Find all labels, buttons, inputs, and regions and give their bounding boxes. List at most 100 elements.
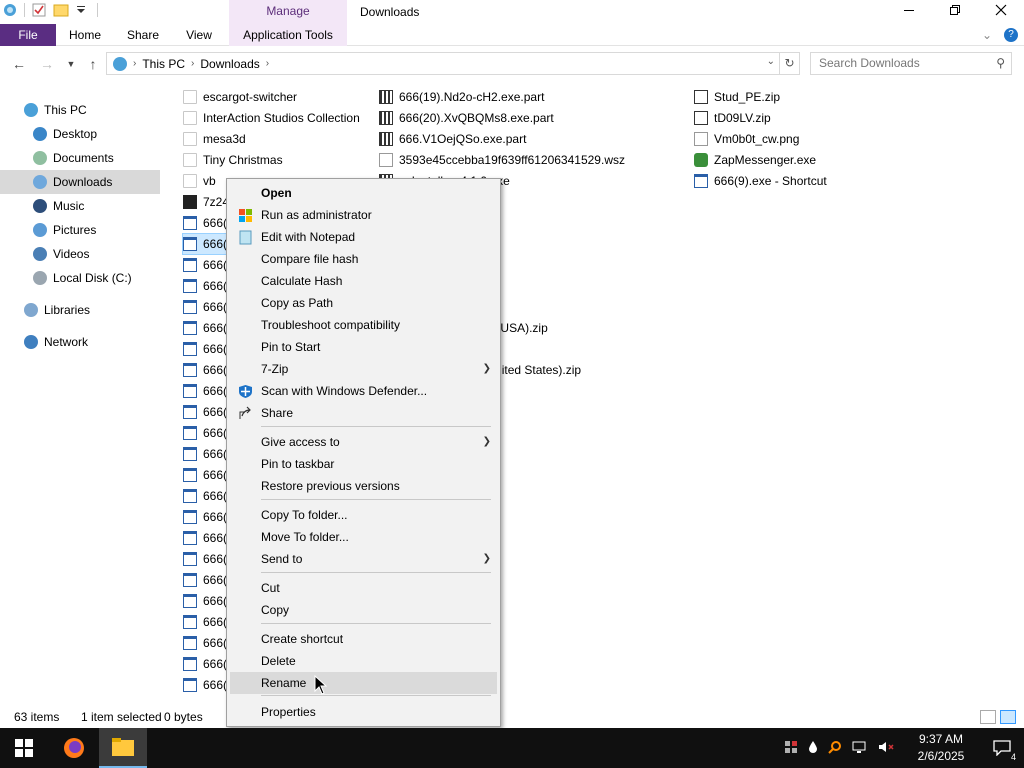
tab-share[interactable]: Share: [118, 24, 168, 46]
clock[interactable]: 9:37 AM 2/6/2025: [902, 731, 980, 765]
file-item[interactable]: Stud_PE.zip: [694, 87, 780, 107]
taskbar-file-explorer[interactable]: [99, 728, 147, 768]
menu-separator: [261, 426, 491, 427]
menu-item-label: Open: [261, 186, 292, 200]
menu-item-label: Run as administrator: [261, 208, 372, 222]
help-icon[interactable]: ?: [1004, 28, 1018, 42]
back-button[interactable]: ←: [10, 54, 28, 74]
nav-item-local-disk[interactable]: Local Disk (C:): [0, 266, 160, 290]
explorer-app-icon[interactable]: [2, 2, 18, 18]
new-folder-icon[interactable]: [53, 2, 69, 18]
exe-file-icon: [183, 426, 197, 440]
search-tray-icon[interactable]: [828, 740, 842, 757]
tab-application-tools[interactable]: Application Tools: [229, 24, 347, 46]
videos-icon: [33, 247, 47, 261]
up-button[interactable]: ↑: [84, 54, 102, 74]
maximize-button[interactable]: [932, 0, 978, 24]
menu-item-share[interactable]: Share: [230, 402, 497, 424]
file-item[interactable]: 666(9).exe - Shortcut: [694, 171, 827, 191]
breadcrumb-separator: ›: [133, 58, 137, 69]
nav-item-documents[interactable]: Documents: [0, 146, 160, 170]
taskbar-firefox[interactable]: [50, 728, 98, 768]
file-item[interactable]: ZapMessenger.exe: [694, 150, 816, 170]
breadcrumb-this-pc[interactable]: This PC: [142, 57, 185, 71]
menu-item-troubleshoot-compatibility[interactable]: Troubleshoot compatibility: [230, 314, 497, 336]
exe-file-icon: [183, 321, 197, 335]
file-item[interactable]: 3593e45ccebba19f639ff61206341529.wsz: [379, 150, 625, 170]
menu-item-7-zip[interactable]: 7-Zip ❯: [230, 358, 497, 380]
nav-item-downloads[interactable]: Downloads: [0, 170, 160, 194]
menu-item-copy[interactable]: Copy: [230, 599, 497, 621]
file-item[interactable]: InterAction Studios Collection: [183, 108, 360, 128]
menu-item-calculate-hash[interactable]: Calculate Hash: [230, 270, 497, 292]
file-item[interactable]: 666(20).XvQBQMs8.exe.part: [379, 108, 554, 128]
nav-label: This PC: [44, 103, 87, 117]
tray-apps-icon[interactable]: [784, 740, 798, 757]
action-center-button[interactable]: 4: [980, 728, 1024, 768]
file-item[interactable]: vb: [183, 171, 216, 191]
menu-item-rename[interactable]: Rename: [230, 672, 497, 694]
forward-button[interactable]: →: [38, 54, 56, 74]
tab-view[interactable]: View: [176, 24, 222, 46]
close-button[interactable]: [978, 0, 1024, 24]
menu-item-label: Copy: [261, 603, 290, 617]
file-item[interactable]: 666.V1OejQSo.exe.part: [379, 129, 526, 149]
menu-item-edit-with-notepad[interactable]: Edit with Notepad: [230, 226, 497, 248]
nav-item-desktop[interactable]: Desktop: [0, 122, 160, 146]
details-view-icon[interactable]: [980, 710, 996, 724]
file-item[interactable]: Tiny Christmas: [183, 150, 283, 170]
drop-icon[interactable]: [808, 740, 818, 757]
libraries-icon: [24, 303, 38, 317]
address-dropdown-icon[interactable]: ⌄: [767, 56, 775, 67]
menu-item-copy-as-path[interactable]: Copy as Path: [230, 292, 497, 314]
network-tray-icon[interactable]: [852, 740, 868, 757]
file-item[interactable]: tD09LV.zip: [694, 108, 771, 128]
file-item[interactable]: escargot-switcher: [183, 87, 297, 107]
nav-item-network[interactable]: Network: [0, 330, 160, 354]
minimize-button[interactable]: [886, 0, 932, 24]
manage-tab[interactable]: Manage: [229, 0, 347, 24]
menu-item-create-shortcut[interactable]: Create shortcut: [230, 628, 497, 650]
recent-locations-icon[interactable]: ▼: [62, 54, 80, 74]
tab-home[interactable]: Home: [60, 24, 110, 46]
volume-muted-icon[interactable]: [878, 740, 896, 757]
list-view-icon[interactable]: [1000, 710, 1016, 724]
menu-item-restore-previous-versions[interactable]: Restore previous versions: [230, 475, 497, 497]
file-item[interactable]: Vm0b0t_cw.png: [694, 129, 799, 149]
menu-item-pin-to-taskbar[interactable]: Pin to taskbar: [230, 453, 497, 475]
properties-icon[interactable]: [31, 2, 47, 18]
menu-item-copy-to-folder[interactable]: Copy To folder...: [230, 504, 497, 526]
menu-item-run-as-administrator[interactable]: Run as administrator: [230, 204, 497, 226]
menu-item-scan-with-windows-defender[interactable]: Scan with Windows Defender...: [230, 380, 497, 402]
file-name: vb: [203, 174, 216, 188]
tab-file[interactable]: File: [0, 24, 56, 46]
menu-item-send-to[interactable]: Send to ❯: [230, 548, 497, 570]
customize-qat-icon[interactable]: [75, 2, 91, 18]
nav-item-pictures[interactable]: Pictures: [0, 218, 160, 242]
exe-file-icon: [183, 678, 197, 692]
nav-item-videos[interactable]: Videos: [0, 242, 160, 266]
file-item[interactable]: 666(19).Nd2o-cH2.exe.part: [379, 87, 544, 107]
nav-item-this-pc[interactable]: This PC: [0, 98, 160, 122]
file-name: escargot-switcher: [203, 90, 298, 104]
menu-item-pin-to-start[interactable]: Pin to Start: [230, 336, 497, 358]
breadcrumb-downloads[interactable]: Downloads: [200, 57, 259, 71]
file-item[interactable]: mesa3d: [183, 129, 246, 149]
file-item[interactable]: 7z24: [183, 192, 229, 212]
start-button[interactable]: [0, 728, 48, 768]
menu-item-open[interactable]: Open: [230, 182, 497, 204]
menu-item-properties[interactable]: Properties: [230, 701, 497, 723]
menu-item-delete[interactable]: Delete: [230, 650, 497, 672]
menu-item-give-access-to[interactable]: Give access to ❯: [230, 431, 497, 453]
nav-item-music[interactable]: Music: [0, 194, 160, 218]
menu-item-cut[interactable]: Cut: [230, 577, 497, 599]
search-input[interactable]: Search Downloads ⚲: [810, 52, 1012, 75]
expand-ribbon-icon[interactable]: ⌄: [982, 24, 992, 46]
nav-item-libraries[interactable]: Libraries: [0, 298, 160, 322]
menu-item-move-to-folder[interactable]: Move To folder...: [230, 526, 497, 548]
submenu-arrow-icon: ❯: [482, 363, 491, 374]
nav-label: Local Disk (C:): [53, 271, 132, 285]
menu-item-compare-file-hash[interactable]: Compare file hash: [230, 248, 497, 270]
address-bar[interactable]: › This PC › Downloads › ⌄: [106, 52, 780, 75]
refresh-button[interactable]: ↻: [780, 52, 800, 75]
